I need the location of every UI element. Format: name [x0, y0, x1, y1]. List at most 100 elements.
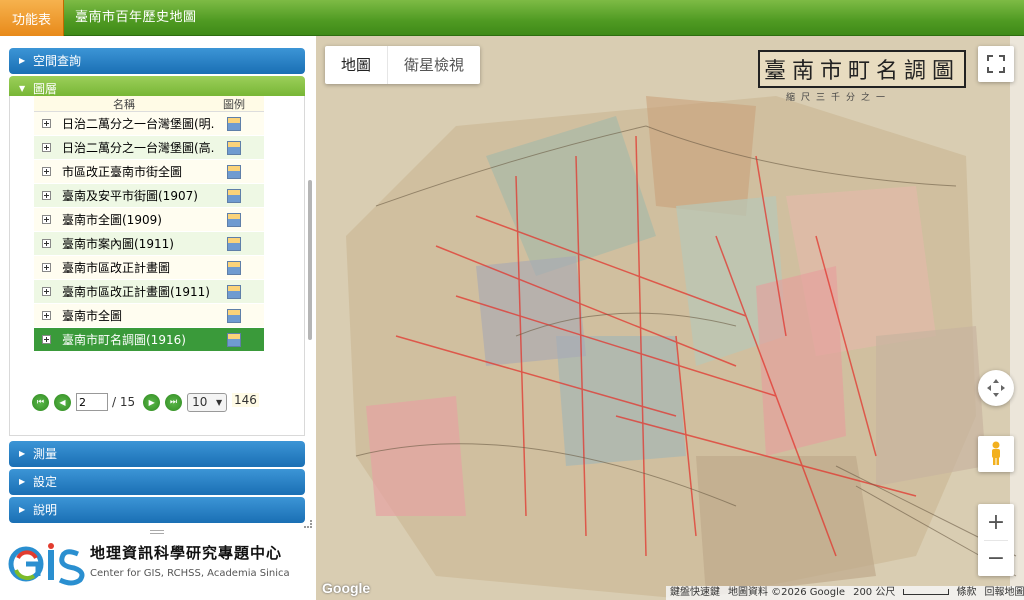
legend-thumbnail-icon	[227, 140, 241, 155]
logo-area: 地理資訊科學研究專題中心 Center for GIS, RCHSS, Acad…	[0, 538, 316, 600]
top-bar: 功能表 臺南市百年歷史地圖	[0, 0, 1024, 36]
keyboard-shortcuts-link[interactable]: 鍵盤快速鍵	[666, 586, 724, 600]
layer-table-header: 名稱 圖例	[34, 96, 264, 112]
layer-row[interactable]: 臺南市案內圖(1911)	[34, 232, 264, 256]
expand-toggle[interactable]	[34, 239, 58, 248]
panel-spatial-query[interactable]: ▶ 空間查詢	[9, 48, 305, 74]
expand-plus-icon	[41, 119, 51, 128]
layers-panel-body: 名稱 圖例 日治二萬分之一台灣堡圖(明... 日治二萬分之一台灣堡圖(高... 市區…	[9, 96, 312, 436]
splitter-grip-icon[interactable]	[150, 530, 164, 534]
layer-row[interactable]: 日治二萬分之一台灣堡圖(高...	[34, 136, 264, 160]
layer-name: 日治二萬分之一台灣堡圖(高...	[62, 141, 214, 155]
layer-legend[interactable]	[214, 284, 254, 299]
layer-legend[interactable]	[214, 212, 254, 227]
expand-plus-icon	[41, 311, 51, 320]
total-count: 146	[232, 393, 259, 407]
layer-row[interactable]: 臺南市全圖	[34, 304, 264, 328]
page-total: / 15	[112, 395, 136, 409]
scale-label: 200 公尺	[853, 587, 896, 598]
pan-control-button[interactable]	[978, 370, 1014, 406]
scale-bar[interactable]: 200 公尺	[849, 586, 952, 600]
move-arrows-icon	[987, 379, 1005, 397]
terms-link[interactable]: 條款	[953, 586, 981, 600]
sidebar: ▶ 空間查詢 ▼ 圖層 名稱 圖例 日治二萬分之一台灣堡圖(明... 日治二萬分之…	[0, 36, 316, 600]
report-map-error-link[interactable]: 回報地圖錯誤	[981, 586, 1024, 600]
collapsed-arrow-icon: ▶	[19, 477, 26, 486]
panel-label: 測量	[33, 447, 58, 461]
layer-legend[interactable]	[214, 260, 254, 275]
collapsed-arrow-icon: ▶	[19, 56, 26, 65]
panel-help[interactable]: ▶ 說明	[9, 497, 305, 523]
map-sheet-title: 臺南市町名調圖	[758, 50, 966, 88]
expand-plus-icon	[41, 191, 51, 200]
next-page-icon[interactable]: ▶	[143, 393, 161, 411]
layer-legend[interactable]	[214, 164, 254, 179]
layer-row-selected[interactable]: 臺南市町名調圖(1916)	[34, 328, 264, 352]
layer-row[interactable]: 臺南市全圖(1909)	[34, 208, 264, 232]
expand-plus-icon	[41, 335, 51, 344]
panel-measure[interactable]: ▶ 測量	[9, 441, 305, 467]
expand-toggle[interactable]	[34, 287, 58, 296]
expand-toggle[interactable]	[34, 167, 58, 176]
expand-toggle[interactable]	[34, 263, 58, 272]
resize-corner-icon[interactable]	[304, 520, 312, 528]
expand-toggle[interactable]	[34, 119, 58, 128]
panel-label: 空間查詢	[33, 54, 82, 68]
expand-toggle[interactable]	[34, 311, 58, 320]
function-menu-button[interactable]: 功能表	[0, 0, 64, 36]
map-type-control: 地圖 衛星檢視	[325, 46, 481, 84]
layer-row[interactable]: 市區改正臺南市街全圖	[34, 160, 264, 184]
last-page-icon[interactable]: ⏭	[165, 393, 183, 411]
layer-row[interactable]: 日治二萬分之一台灣堡圖(明...	[34, 112, 264, 136]
layer-name: 臺南市案內圖(1911)	[62, 237, 174, 251]
panel-label: 說明	[33, 503, 58, 517]
historical-map-image	[316, 36, 1024, 600]
layer-name: 臺南市全圖	[62, 309, 123, 323]
legend-thumbnail-icon	[227, 284, 241, 299]
scale-line-icon	[902, 589, 949, 595]
layer-row[interactable]: 臺南及安平市街圖(1907)	[34, 184, 264, 208]
zoom-out-button[interactable]: −	[978, 540, 1014, 576]
layer-name: 臺南市全圖(1909)	[62, 213, 162, 227]
layer-table: 名稱 圖例 日治二萬分之一台灣堡圖(明... 日治二萬分之一台灣堡圖(高... 市區…	[34, 96, 264, 352]
map-canvas[interactable]: 臺南市町名調圖 縮尺三千分之一 地圖 衛星檢視 + − Google 鍵盤快速鍵…	[316, 36, 1024, 600]
prev-page-icon[interactable]: ◀	[54, 393, 71, 411]
map-type-map-button[interactable]: 地圖	[325, 46, 387, 84]
panel-settings[interactable]: ▶ 設定	[9, 469, 305, 495]
first-page-icon[interactable]: ⏮	[32, 393, 49, 411]
collapsed-arrow-icon: ▶	[19, 505, 26, 514]
collapsed-arrow-icon: ▶	[19, 449, 26, 458]
street-view-pegman-button[interactable]	[978, 436, 1014, 472]
map-type-satellite-button[interactable]: 衛星檢視	[387, 46, 480, 84]
layer-legend[interactable]	[214, 308, 254, 323]
map-sheet-subtitle: 縮尺三千分之一	[786, 93, 892, 103]
layer-name: 臺南市區改正計畫圖	[62, 261, 171, 275]
expand-plus-icon	[41, 215, 51, 224]
layer-legend[interactable]	[214, 332, 254, 347]
column-legend-header: 圖例	[223, 98, 245, 111]
google-logo: Google	[322, 580, 371, 596]
layer-legend[interactable]	[214, 236, 254, 251]
layer-legend[interactable]	[214, 140, 254, 155]
gis-logo-icon	[8, 543, 85, 586]
pager: ⏮ ◀ / 15 ▶ ⏭ 10 ▼	[32, 392, 254, 412]
scrollbar-thumb[interactable]	[308, 180, 312, 340]
pegman-icon	[992, 441, 1000, 465]
legend-thumbnail-icon	[227, 212, 241, 227]
page-size-select[interactable]: 10 ▼	[187, 392, 228, 412]
expand-toggle[interactable]	[34, 191, 58, 200]
expand-toggle[interactable]	[34, 335, 58, 344]
layer-row[interactable]: 臺南市區改正計畫圖(1911)	[34, 280, 264, 304]
layer-name: 臺南市區改正計畫圖(1911)	[62, 285, 210, 299]
layer-legend[interactable]	[214, 188, 254, 203]
expand-toggle[interactable]	[34, 143, 58, 152]
zoom-in-button[interactable]: +	[978, 504, 1014, 540]
layer-legend[interactable]	[214, 116, 254, 131]
layer-row[interactable]: 臺南市區改正計畫圖	[34, 256, 264, 280]
expand-toggle[interactable]	[34, 215, 58, 224]
page-number-input[interactable]	[76, 393, 108, 411]
fullscreen-icon	[987, 55, 1005, 73]
fullscreen-button[interactable]	[978, 46, 1014, 82]
layer-name: 日治二萬分之一台灣堡圖(明...	[62, 117, 214, 131]
column-name-header: 名稱	[113, 98, 135, 111]
